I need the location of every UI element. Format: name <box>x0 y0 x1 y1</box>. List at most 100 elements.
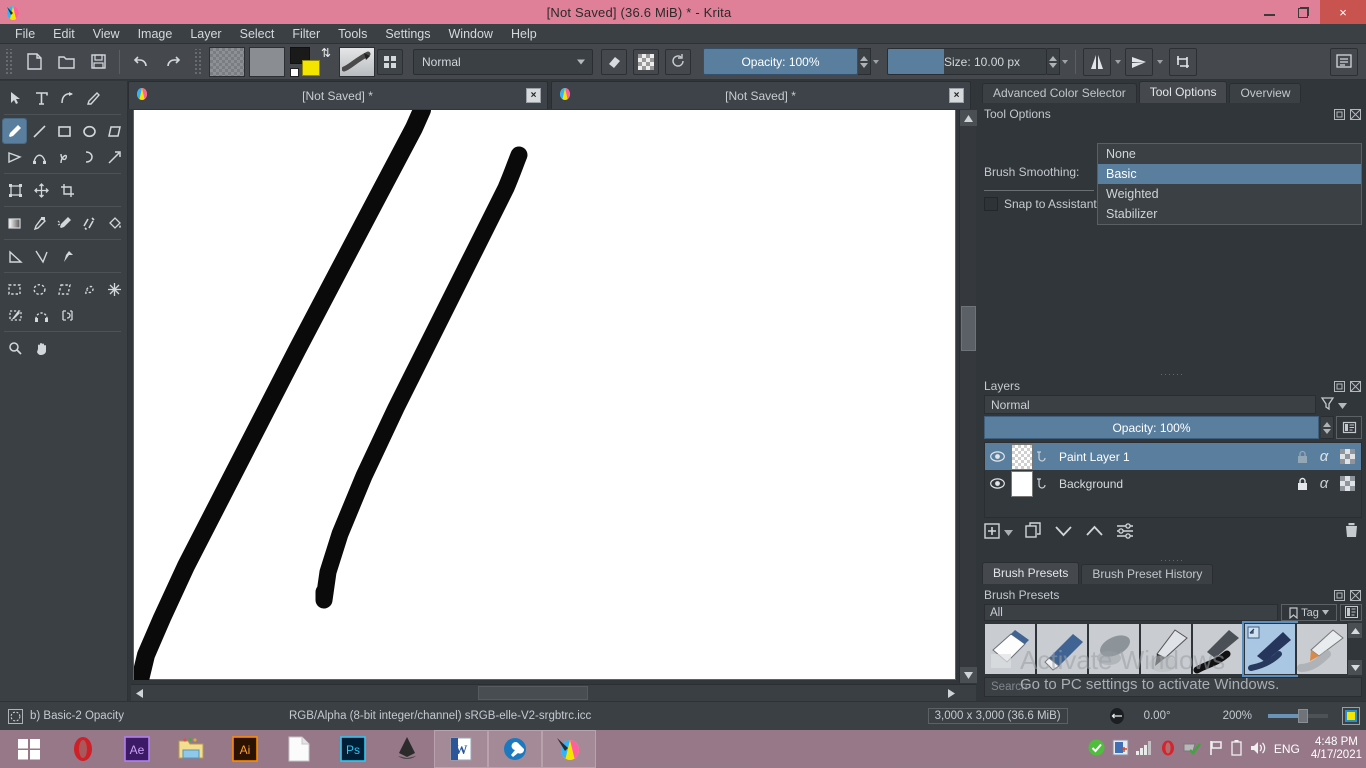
freehand-brush-tool[interactable] <box>2 118 27 144</box>
minimize-button[interactable] <box>1252 0 1286 24</box>
toolbar-grip[interactable] <box>4 48 14 75</box>
gradient-tool[interactable] <box>3 211 26 235</box>
elliptical-selection-tool[interactable] <box>28 277 51 301</box>
restore-button[interactable] <box>1286 0 1320 24</box>
language-indicator[interactable]: ENG <box>1274 742 1300 756</box>
mirror-vertical-options-icon[interactable] <box>1155 59 1165 64</box>
preserve-alpha-icon[interactable] <box>633 48 659 75</box>
scroll-left-icon[interactable] <box>132 685 146 701</box>
mirror-vertical-icon[interactable] <box>1125 47 1153 76</box>
table-row[interactable]: Background α <box>985 470 1361 497</box>
brush-size-spinner[interactable] <box>1047 48 1060 75</box>
airbrush-soft-preset[interactable] <box>1088 623 1140 675</box>
redo-icon[interactable] <box>159 48 187 76</box>
layers-float-panel-icon[interactable] <box>1333 380 1346 393</box>
canvas-vertical-scrollbar[interactable] <box>959 110 977 683</box>
color-selector-widget[interactable]: ⇅ <box>290 46 331 77</box>
brush-size-slider[interactable]: Size: 10.00 px <box>887 48 1047 75</box>
menu-item-tools[interactable]: Tools <box>329 24 376 44</box>
fill-tool[interactable] <box>103 211 126 235</box>
layer-thumbnail[interactable] <box>1011 470 1033 497</box>
document-tab-2[interactable]: [Not Saved] * × <box>551 81 971 109</box>
add-layer-chevron-icon[interactable] <box>1004 525 1013 539</box>
word-taskbar-icon[interactable]: W <box>434 730 488 768</box>
notepad-taskbar-icon[interactable] <box>272 730 326 768</box>
ink-pen-preset[interactable] <box>1140 623 1192 675</box>
menu-item-filter[interactable]: Filter <box>283 24 329 44</box>
polyline-tool[interactable] <box>3 145 26 169</box>
layer-filter-chevron-icon[interactable] <box>1338 398 1347 412</box>
opacity-control[interactable]: Opacity: 100% <box>703 48 881 75</box>
duplicate-layer-button[interactable] <box>1025 522 1042 542</box>
update-tray-icon[interactable] <box>1183 740 1201 758</box>
flag-tray-icon[interactable] <box>1208 740 1224 759</box>
preset-scrollbar[interactable] <box>1348 623 1362 675</box>
table-row[interactable]: Paint Layer 1 α <box>985 443 1361 470</box>
preset-scroll-down-icon[interactable] <box>1348 660 1362 675</box>
toolbar-overflow-icon[interactable] <box>1330 47 1358 76</box>
illustrator-taskbar-icon[interactable]: Ai <box>218 730 272 768</box>
calligraphy-tool[interactable] <box>81 86 105 110</box>
network-config-tray-icon[interactable] <box>1112 739 1129 759</box>
layer-inherit-alpha-icon[interactable] <box>1335 476 1359 491</box>
undo-icon[interactable] <box>127 48 155 76</box>
delete-layer-button[interactable] <box>1343 522 1360 542</box>
tab-brush-preset-history[interactable]: Brush Preset History <box>1081 564 1214 584</box>
search-input[interactable]: Search <box>984 677 1362 697</box>
opera-taskbar-icon[interactable] <box>56 730 110 768</box>
eraser-small-preset[interactable] <box>1036 623 1088 675</box>
freehand-selection-tool[interactable] <box>78 277 101 301</box>
menu-item-layer[interactable]: Layer <box>181 24 230 44</box>
layer-opacity-slider[interactable]: Opacity: 100% <box>984 416 1319 439</box>
multibrush-tool[interactable] <box>103 145 126 169</box>
smoothing-option-weighted[interactable]: Weighted <box>1098 184 1361 204</box>
image-dimensions[interactable]: 3,000 x 3,000 (36.6 MiB) <box>927 708 1068 724</box>
rotate-canvas-icon[interactable] <box>1108 707 1130 725</box>
polygon-tool[interactable] <box>103 119 126 143</box>
menu-item-help[interactable]: Help <box>502 24 546 44</box>
move-tool[interactable] <box>29 178 53 202</box>
layers-splitter-handle[interactable]: ······ <box>1160 369 1184 379</box>
menu-item-select[interactable]: Select <box>231 24 284 44</box>
fit-canvas-icon[interactable] <box>1342 707 1360 725</box>
layer-opacity-spinner[interactable] <box>1321 416 1334 439</box>
mirror-horizontal-icon[interactable] <box>1083 47 1111 76</box>
rectangle-tool[interactable] <box>53 119 76 143</box>
line-tool[interactable] <box>28 119 51 143</box>
volume-tray-icon[interactable] <box>1249 740 1267 759</box>
preset-scroll-up-icon[interactable] <box>1348 623 1362 638</box>
canvas-horizontal-scrollbar[interactable] <box>131 684 976 701</box>
opacity-slider[interactable]: Opacity: 100% <box>703 48 858 75</box>
menu-item-file[interactable]: File <box>6 24 44 44</box>
brush-presets-float-panel-icon[interactable] <box>1333 589 1346 602</box>
zoom-tool[interactable] <box>3 336 27 360</box>
smoothing-option-stabilizer[interactable]: Stabilizer <box>1098 204 1361 224</box>
layer-thumbnail[interactable] <box>1011 443 1033 470</box>
eraser-mode-icon[interactable] <box>601 48 627 75</box>
tab-overview[interactable]: Overview <box>1229 83 1302 103</box>
krita-taskbar-icon[interactable] <box>542 730 596 768</box>
horizontal-scroll-thumb[interactable] <box>478 686 588 700</box>
smoothing-option-none[interactable]: None <box>1098 144 1361 164</box>
brush-preset-preview-icon[interactable] <box>339 46 375 77</box>
background-color-swatch[interactable] <box>302 59 320 76</box>
painting-canvas[interactable] <box>133 110 956 680</box>
opacity-spinner[interactable] <box>858 48 871 75</box>
layer-name[interactable]: Background <box>1053 477 1291 491</box>
menu-item-image[interactable]: Image <box>129 24 182 44</box>
security-ok-tray-icon[interactable] <box>1088 739 1105 759</box>
freehand-path-tool[interactable] <box>53 145 76 169</box>
eraser-soft-preset[interactable] <box>984 623 1036 675</box>
snap-to-assistants-row[interactable]: Snap to Assistants <box>984 197 1103 211</box>
measure-tool[interactable] <box>3 244 27 268</box>
zoom-slider[interactable] <box>1268 709 1328 723</box>
brush-size-options-caret-icon[interactable] <box>1060 48 1070 75</box>
select-shapes-tool[interactable] <box>3 86 27 110</box>
layer-alpha-icon[interactable]: α <box>1313 475 1335 492</box>
assistant-tool[interactable] <box>55 244 79 268</box>
toolbar-grip-2[interactable] <box>193 48 203 75</box>
wrap-around-mode-icon[interactable] <box>1169 47 1197 76</box>
zoom-level-value[interactable]: 200% <box>1223 710 1252 722</box>
layer-settings-button[interactable] <box>1116 522 1134 542</box>
layer-properties-icon[interactable] <box>1336 416 1362 439</box>
